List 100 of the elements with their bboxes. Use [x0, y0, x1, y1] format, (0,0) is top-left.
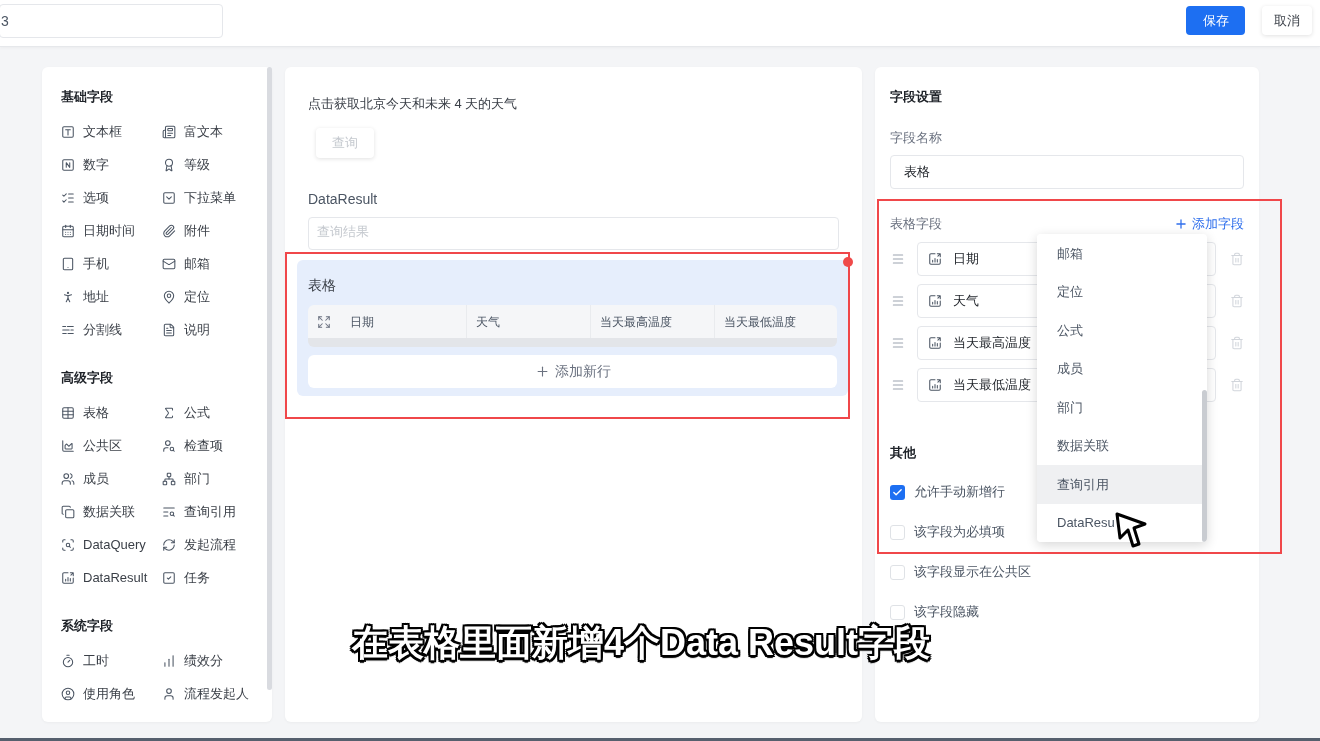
checkbox-label: 该字段为必填项	[914, 523, 1005, 541]
check-icon	[892, 486, 903, 498]
field-type-item[interactable]: 选项	[61, 188, 109, 207]
field-type-item[interactable]: 邮箱	[162, 254, 210, 273]
column-header: 日期	[350, 313, 374, 331]
field-type-item[interactable]: 部门	[162, 469, 210, 488]
section-title: 系统字段	[61, 617, 113, 635]
user-search-icon	[162, 438, 176, 453]
field-label: 字段名称	[890, 129, 942, 147]
field-type-item[interactable]: 日期时间	[61, 221, 135, 240]
field-type-item[interactable]: 使用角色	[61, 684, 135, 703]
chart-square-icon	[928, 378, 942, 392]
field-label: DataResult	[308, 190, 378, 208]
field-type-item[interactable]: 下拉菜单	[162, 188, 236, 207]
field-type-item[interactable]: 附件	[162, 221, 210, 240]
map-pin-icon	[162, 289, 176, 304]
refresh-icon	[162, 537, 176, 552]
tablet-icon	[61, 256, 75, 271]
field-type-item[interactable]: 查询引用	[162, 502, 236, 521]
description-text: 点击获取北京今天和未来 4 天的天气	[308, 95, 518, 112]
users-icon	[61, 471, 75, 486]
field-type-item[interactable]: 分割线	[61, 320, 122, 339]
checkbox-label: 该字段隐藏	[914, 603, 979, 621]
field-label: 表格字段	[890, 215, 942, 233]
copy-icon	[61, 504, 75, 519]
scrollbar[interactable]	[1202, 390, 1207, 542]
drag-handle-icon[interactable]	[891, 294, 905, 308]
field-type-item[interactable]: 任务	[162, 568, 210, 587]
field-type-item[interactable]: 富文本	[162, 122, 223, 141]
cancel-button[interactable]: 取消	[1262, 6, 1312, 35]
newspaper-icon	[162, 124, 176, 139]
field-type-item[interactable]: 公共区	[61, 436, 122, 455]
chevron-down-square-icon	[162, 190, 176, 205]
table-field-card[interactable]: 表格 日期 天气 当天最高温度 当天最低温度 添加新行	[297, 260, 848, 396]
field-type-item[interactable]: 定位	[162, 287, 210, 306]
chart-square-icon	[61, 570, 75, 585]
save-button[interactable]: 保存	[1186, 6, 1245, 35]
bar-chart-icon	[162, 653, 176, 668]
calendar-icon	[61, 223, 75, 238]
user-icon	[162, 686, 176, 701]
section-title: 其他	[890, 444, 916, 462]
checkbox-label: 该字段显示在公共区	[914, 563, 1031, 581]
t-square-icon	[61, 124, 75, 139]
field-type-item[interactable]: DataResult	[61, 568, 148, 587]
area-chart-icon	[61, 438, 75, 453]
person-icon	[61, 289, 75, 304]
column-header: 天气	[476, 313, 500, 331]
field-type-item[interactable]: 成员	[61, 469, 109, 488]
drag-handle-icon[interactable]	[891, 378, 905, 392]
name-field[interactable]: 3	[0, 4, 223, 38]
field-type-item[interactable]: 手机	[61, 254, 109, 273]
panel-title: 字段设置	[890, 88, 942, 106]
paperclip-icon	[162, 223, 176, 238]
checkbox[interactable]	[890, 484, 905, 500]
field-type-item[interactable]: 文本框	[61, 122, 122, 141]
field-type-item[interactable]: 等级	[162, 155, 210, 174]
field-type-item[interactable]: 检查项	[162, 436, 223, 455]
trash-icon[interactable]	[1230, 336, 1244, 350]
checkbox[interactable]	[890, 564, 905, 580]
field-type-item[interactable]: 公式	[162, 403, 210, 422]
add-row-button[interactable]: 添加新行	[308, 355, 837, 388]
sigma-icon	[162, 405, 176, 420]
drag-handle-icon[interactable]	[891, 336, 905, 350]
trash-icon[interactable]	[1230, 378, 1244, 392]
field-type-item[interactable]: 发起流程	[162, 535, 236, 554]
field-type-item[interactable]: 说明	[162, 320, 210, 339]
mail-icon	[162, 256, 176, 271]
scrollbar[interactable]	[267, 67, 272, 690]
trash-icon[interactable]	[1230, 294, 1244, 308]
network-icon	[162, 471, 176, 486]
field-type-item[interactable]: DataQuery	[61, 535, 146, 554]
section-title: 基础字段	[61, 88, 113, 106]
chart-square-icon	[928, 294, 942, 308]
document-icon	[162, 322, 176, 337]
field-type-item[interactable]: 表格	[61, 403, 109, 422]
field-type-item[interactable]: 工时	[61, 651, 109, 670]
user-circle-icon	[61, 686, 75, 701]
field-type-item[interactable]: 流程发起人	[162, 684, 249, 703]
timer-icon	[61, 653, 75, 668]
add-field-link[interactable]: 添加字段	[1174, 215, 1244, 233]
n-square-icon	[61, 157, 75, 172]
menu-item[interactable]: 查询引用	[1037, 465, 1203, 504]
field-type-item[interactable]: 地址	[61, 287, 109, 306]
checkbox-label: 允许手动新增行	[914, 483, 1005, 501]
name-input-field[interactable]: 表格	[890, 155, 1244, 189]
plus-icon	[1174, 217, 1188, 231]
checkbox[interactable]	[890, 604, 905, 620]
checklist-icon	[61, 190, 75, 205]
menu-item[interactable]: 邮箱	[1037, 234, 1203, 273]
text-search-icon	[162, 504, 176, 519]
checkbox[interactable]	[890, 524, 905, 540]
expand-icon[interactable]	[317, 314, 331, 329]
chart-square-icon	[928, 252, 942, 266]
field-type-item[interactable]: 数字	[61, 155, 109, 174]
trash-icon[interactable]	[1230, 252, 1244, 266]
field-type-item[interactable]: 绩效分	[162, 651, 223, 670]
field-type-item[interactable]: 数据关联	[61, 502, 135, 521]
drag-handle-icon[interactable]	[891, 252, 905, 266]
table-icon	[61, 405, 75, 420]
table-title: 表格	[308, 276, 336, 294]
